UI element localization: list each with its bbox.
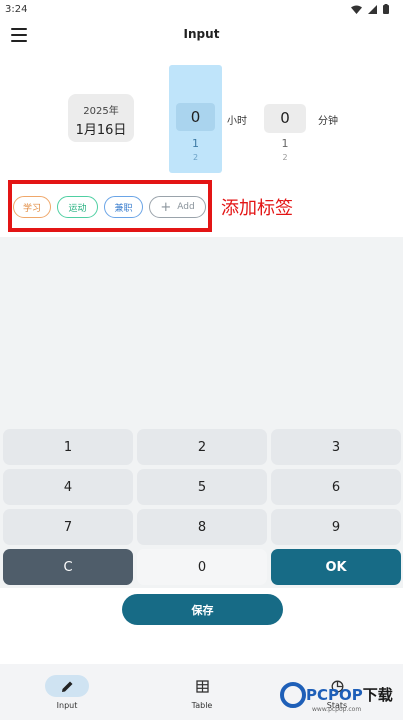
key-0[interactable]: 0 (137, 549, 267, 585)
watermark-logo: PCPOP下载 www.pcpop.com (278, 682, 403, 720)
key-9[interactable]: 9 (271, 509, 401, 545)
add-tag-button[interactable]: + Add (149, 196, 206, 218)
date-selector[interactable]: 2025年 1月16日 (68, 94, 134, 142)
key-3[interactable]: 3 (271, 429, 401, 465)
pencil-icon (61, 681, 72, 692)
watermark-text: PCPOP下载 (306, 686, 393, 704)
watermark-circle-icon (280, 682, 306, 708)
key-7[interactable]: 7 (3, 509, 133, 545)
watermark-url: www.pcpop.com (312, 706, 362, 713)
clear-key[interactable]: C (3, 549, 133, 585)
battery-icon (383, 4, 389, 14)
key-6[interactable]: 6 (271, 469, 401, 505)
app-bar: Input (0, 18, 403, 54)
wifi-icon (351, 5, 362, 14)
date-day: 1月16日 (75, 123, 127, 138)
nav-label-input: Input (56, 701, 78, 710)
save-button[interactable]: 保存 (122, 594, 283, 625)
hour-value: 0 (176, 103, 215, 131)
page-title: Input (183, 27, 220, 41)
minute-value[interactable]: 0 (264, 104, 306, 133)
status-bar: 3:24 (0, 0, 403, 18)
annotation-text: 添加标签 (221, 198, 293, 219)
tag-study[interactable]: 学习 (13, 196, 51, 218)
nav-icon-wrap (180, 675, 224, 697)
minute-next2-value: 2 (282, 153, 288, 162)
hour-next-value: 1 (192, 137, 199, 150)
ok-key[interactable]: OK (271, 549, 401, 585)
plus-icon: + (160, 199, 172, 215)
date-year: 2025年 (83, 106, 119, 117)
signal-icon (368, 4, 377, 14)
status-icons (351, 4, 389, 14)
minute-next-value: 1 (281, 137, 289, 150)
key-1[interactable]: 1 (3, 429, 133, 465)
content-area (0, 237, 403, 425)
hour-next2-value: 2 (192, 153, 199, 162)
key-8[interactable]: 8 (137, 509, 267, 545)
tag-part-time[interactable]: 兼职 (104, 196, 143, 218)
keypad: 1 2 3 4 5 6 7 8 9 C 0 OK (0, 425, 403, 588)
hour-unit-label: 小时 (227, 116, 247, 127)
nav-item-input[interactable]: Input (17, 672, 117, 710)
key-5[interactable]: 5 (137, 469, 267, 505)
nav-item-table[interactable]: Table (152, 672, 252, 710)
tag-sport[interactable]: 运动 (57, 196, 98, 218)
key-2[interactable]: 2 (137, 429, 267, 465)
table-icon (195, 679, 209, 693)
key-4[interactable]: 4 (3, 469, 133, 505)
hour-picker[interactable]: 0 1 2 (169, 65, 222, 173)
nav-indicator (45, 675, 89, 697)
status-time: 3:24 (5, 3, 28, 15)
minute-unit-label: 分钟 (318, 116, 338, 127)
add-tag-label: Add (177, 202, 195, 212)
nav-label-table: Table (191, 701, 213, 710)
